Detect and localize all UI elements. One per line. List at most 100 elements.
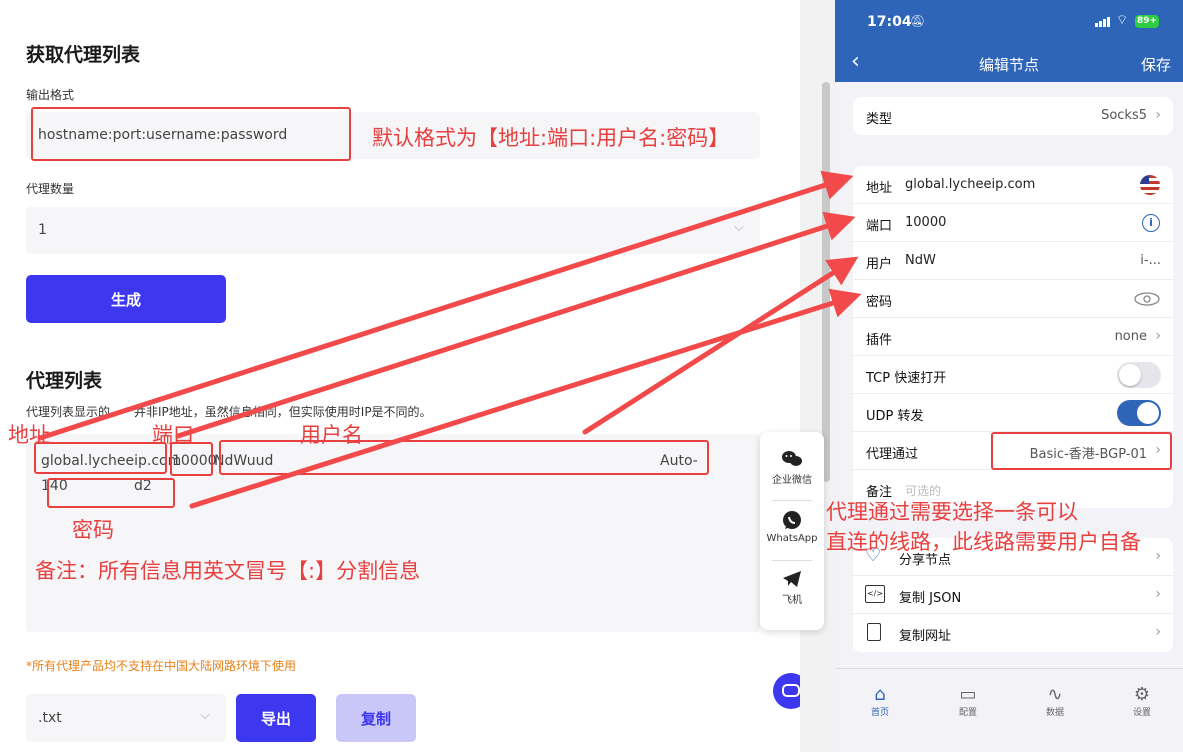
section-title-get-proxy-list: 获取代理列表 [26,44,141,66]
chevron-right-icon: › [1155,328,1161,344]
annotation-via-line2: 直连的线路，此线路需要用户自备 [826,530,1141,554]
proxy-list-notice-start: 代理列表显示的 [26,405,111,419]
annotation-password: 密码 [72,518,114,542]
contact-whatsapp[interactable]: WhatsApp [760,510,824,544]
type-value: Socks5 [1101,108,1147,123]
udp-forward-label: UDP 转发 [866,409,924,424]
tab-home-label: 首页 [870,708,889,718]
status-time: 17:04 [867,14,912,30]
chevron-down-icon: ⌵ [200,708,210,723]
plugin-row[interactable]: 插件 none › [853,318,1173,356]
tab-data-label: 数据 [1045,708,1064,718]
tab-data[interactable]: ∿ 数据 [1025,684,1085,718]
tcp-fast-open-label: TCP 快速打开 [866,371,947,386]
tab-settings[interactable]: ⚙ 设置 [1112,684,1172,718]
tabbar-divider [835,668,1183,669]
nav-bar: ‹ 编辑节点 保存 [835,45,1183,82]
wifi-icon: ⌔ [1116,13,1129,28]
proxy-count-value: 1 [38,222,47,238]
whatsapp-icon [783,511,801,529]
password-highlight [47,478,175,508]
password-label: 密码 [866,295,893,310]
waveform-icon: ∿ [1047,684,1063,705]
type-card: 类型 Socks5 › [853,97,1173,135]
folder-icon: ▭ [959,684,977,705]
proxy-via-highlight [991,432,1172,470]
username-value: NdW [905,253,936,268]
tcp-fast-open-row: TCP 快速打开 [853,356,1173,394]
telegram-label: 飞机 [782,595,802,606]
port-label: 端口 [866,219,893,234]
address-value: global.lycheeip.com [905,177,1036,192]
telegram-icon [783,571,801,587]
plugin-label: 插件 [866,333,893,348]
tab-home[interactable]: ⌂ 首页 [850,684,910,718]
annotation-address: 地址 [8,423,50,447]
contact-telegram[interactable]: 飞机 [760,570,824,606]
phone-edit-node-screen: 17:04 🔕︎ ⌔ 89+ ‹ 编辑节点 保存 类型 Socks5 › 地址 … [835,0,1183,752]
divider [772,500,812,501]
output-format-highlight [31,107,351,161]
username-label: 用户 [866,257,893,272]
annotation-via-line1: 代理通过需要选择一条可以 [826,500,1078,524]
us-flag-icon [1140,175,1160,195]
signal-icon [1095,17,1111,27]
address-label: 地址 [866,181,893,196]
battery-badge: 89+ [1135,15,1159,28]
type-label: 类型 [866,112,893,127]
proxy-list-notice-end: 并非IP地址，虽然信息相同，但实际使用时IP是不同的。 [134,405,432,419]
annotation-port: 端口 [152,423,194,447]
section-title-proxy-list: 代理列表 [26,370,103,392]
bell-off-icon: 🔕︎ [910,14,926,28]
chevron-down-icon: ⌵ [734,220,744,235]
udp-forward-row: UDP 转发 [853,394,1173,432]
copy-json-row[interactable]: </> 复制 JSON › [853,576,1173,614]
copy-icon [867,623,881,641]
proxy-via-label: 代理通过 [866,447,919,462]
chevron-right-icon: › [1155,624,1161,640]
copy-url-row[interactable]: 复制网址 › [853,614,1173,652]
gear-icon: ⚙ [1133,684,1151,705]
info-icon[interactable]: i [1142,214,1160,232]
generate-button[interactable]: 生成 [26,275,226,323]
tcp-fast-open-toggle[interactable] [1117,362,1161,388]
export-button[interactable]: 导出 [236,694,316,742]
page-scrollbar[interactable] [822,82,830,482]
home-icon: ⌂ [874,684,886,705]
tab-config[interactable]: ▭ 配置 [938,684,998,718]
annotation-default-format: 默认格式为【地址:端口:用户名:密码】 [372,126,730,150]
contact-side-panel: 企业微信 WhatsApp 飞机 [760,432,824,630]
whatsapp-label: WhatsApp [766,533,818,544]
wecom-label: 企业微信 [772,475,812,486]
chevron-right-icon: › [1155,548,1161,564]
port-value: 10000 [905,215,947,230]
type-row[interactable]: 类型 Socks5 › [853,97,1173,135]
copy-json-label: 复制 JSON [899,591,962,606]
tab-settings-label: 设置 [1132,708,1151,718]
proxy-count-label: 代理数量 [26,182,75,196]
udp-forward-toggle[interactable] [1117,400,1161,426]
mainland-warning: *所有代理产品均不支持在中国大陆网路环境下使用 [26,659,297,673]
username-row[interactable]: 用户 NdW i-... [853,242,1173,280]
status-bar: 17:04 🔕︎ ⌔ 89+ [835,0,1183,45]
copy-button[interactable]: 复制 [336,694,416,742]
chevron-right-icon: › [1155,586,1161,602]
port-row[interactable]: 端口 10000 i [853,204,1173,242]
contact-wecom[interactable]: 企业微信 [760,450,824,486]
chat-icon [782,684,800,697]
tab-config-label: 配置 [958,708,977,718]
code-file-icon: </> [865,585,885,603]
username-tail: i-... [1140,253,1161,268]
proxy-count-select[interactable] [26,207,760,254]
plugin-value: none [1114,329,1147,344]
output-format-label: 输出格式 [26,88,75,102]
address-row[interactable]: 地址 global.lycheeip.com [853,166,1173,204]
eye-icon[interactable] [1134,292,1160,306]
copy-url-label: 复制网址 [899,629,952,644]
nav-title: 编辑节点 [978,56,1039,74]
password-row[interactable]: 密码 [853,280,1173,318]
host-highlight [34,442,167,474]
save-button[interactable]: 保存 [1141,54,1171,75]
username-highlight [219,440,709,475]
export-format-value: .txt [38,710,62,726]
